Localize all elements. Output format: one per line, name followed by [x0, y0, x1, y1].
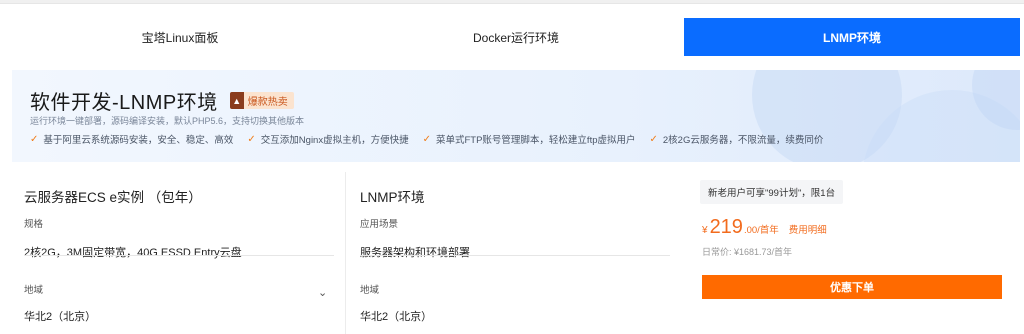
- region-label: 地域: [360, 285, 380, 296]
- price: ¥ 219 .00/首年 费用明细: [702, 216, 827, 239]
- divider: [24, 255, 334, 256]
- tab-docker[interactable]: Docker运行环境: [348, 18, 684, 56]
- feature-item: ✓ 交互添加Nginx虚拟主机，方便快捷: [247, 132, 409, 147]
- banner-subtitle: 运行环境一键部署，源码编译安装，默认PHP5.6，支持切换其他版本: [30, 116, 305, 126]
- check-icon: ✓: [247, 133, 256, 145]
- divider: [360, 255, 670, 256]
- hot-badge: ▲ 爆款热卖: [229, 92, 294, 109]
- region-label: 地域: [24, 285, 44, 296]
- region-value: 华北2（北京）: [360, 311, 433, 323]
- top-divider: [0, 0, 1024, 4]
- promo-banner: 新老用户可享"99计划"，限1台: [700, 180, 844, 204]
- scene-value: 服务器架构和环境部署: [360, 247, 470, 259]
- product-tabs: 宝塔Linux面板 Docker运行环境 LNMP环境: [12, 18, 1020, 56]
- feature-text: 基于阿里云系统源码安装，安全、稳定、高效: [43, 135, 234, 146]
- order-button[interactable]: 优惠下单: [702, 275, 1002, 299]
- currency-symbol: ¥: [702, 225, 708, 236]
- feature-text: 菜单式FTP账号管理脚本，轻松建立ftp虚拟用户: [435, 135, 636, 146]
- server-title: 云服务器ECS e实例 （包年）: [24, 190, 202, 205]
- column-divider: [345, 172, 346, 334]
- feature-list: ✓ 基于阿里云系统源码安装，安全、稳定、高效 ✓ 交互添加Nginx虚拟主机，方便快…: [30, 132, 837, 147]
- lnmp-title: LNMP环境: [360, 190, 425, 205]
- spec-label: 规格: [24, 219, 44, 230]
- tab-baota-linux[interactable]: 宝塔Linux面板: [12, 18, 348, 56]
- original-price: 日常价: ¥1681.73/首年: [702, 247, 793, 257]
- product-banner: 软件开发-LNMP环境 ▲ 爆款热卖 运行环境一键部署，源码编译安装，默认PHP…: [12, 70, 1020, 162]
- feature-text: 交互添加Nginx虚拟主机，方便快捷: [260, 135, 409, 146]
- fire-icon: ▲: [229, 92, 244, 109]
- region-select[interactable]: 华北2（北京）: [24, 308, 344, 324]
- tab-lnmp[interactable]: LNMP环境: [684, 18, 1020, 56]
- hot-badge-label: 爆款热卖: [247, 97, 288, 108]
- lnmp-config: LNMP环境 应用场景 服务器架构和环境部署 地域 华北2（北京）: [348, 176, 670, 324]
- feature-item: ✓ 2核2G云服务器，不限流量，续费同价: [649, 132, 824, 147]
- banner-title-row: 软件开发-LNMP环境 ▲ 爆款热卖: [30, 86, 294, 115]
- price-value: 219: [709, 216, 743, 238]
- pricing-panel: 新老用户可享"99计划"，限1台 ¥ 219 .00/首年 费用明细 日常价: …: [690, 172, 1024, 334]
- feature-item: ✓ 菜单式FTP账号管理脚本，轻松建立ftp虚拟用户: [422, 132, 636, 147]
- server-config: 云服务器ECS e实例 （包年） 规格 2核2G，3M固定带宽，40G ESSD…: [12, 176, 344, 324]
- check-icon: ✓: [422, 133, 431, 145]
- page-title: 软件开发-LNMP环境: [30, 92, 218, 114]
- check-icon: ✓: [649, 133, 658, 145]
- feature-item: ✓ 基于阿里云系统源码安装，安全、稳定、高效: [30, 132, 234, 147]
- spec-value: 2核2G，3M固定带宽，40G ESSD Entry云盘: [24, 247, 242, 259]
- scene-label: 应用场景: [360, 219, 399, 230]
- price-unit: .00/首年: [743, 225, 779, 236]
- feature-text: 2核2G云服务器，不限流量，续费同价: [662, 135, 824, 146]
- check-icon: ✓: [30, 133, 39, 145]
- chevron-down-icon[interactable]: ⌄: [318, 286, 327, 299]
- fee-detail-link[interactable]: 费用明细: [789, 222, 827, 236]
